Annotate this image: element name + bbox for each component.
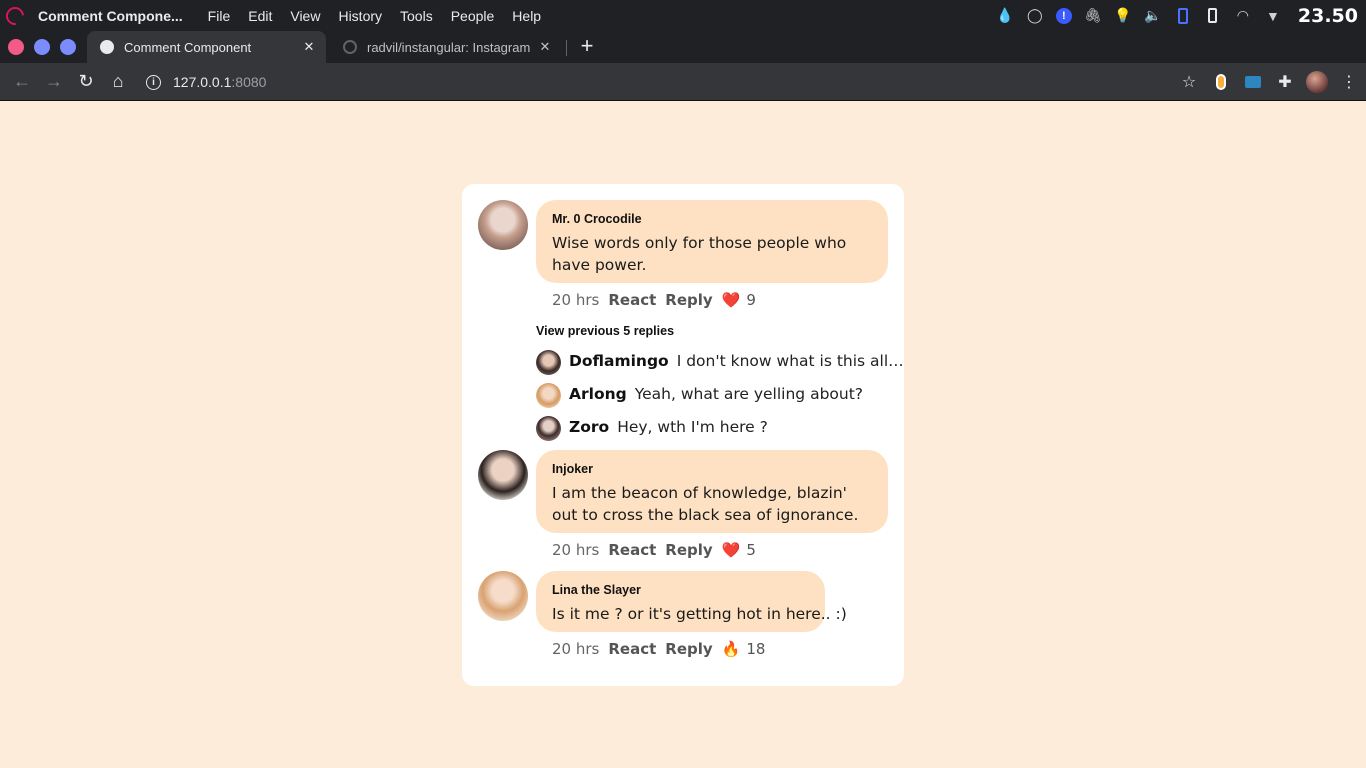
menu-kebab-icon[interactable]: ⋮ bbox=[1338, 71, 1360, 93]
menu-edit[interactable]: Edit bbox=[239, 8, 281, 24]
comment-text: I am the beacon of knowledge, blazin' ou… bbox=[552, 484, 859, 524]
comment-bubble: Injoker I am the beacon of knowledge, bl… bbox=[536, 450, 888, 533]
phone-icon[interactable] bbox=[1204, 7, 1222, 25]
menu-view[interactable]: View bbox=[281, 8, 329, 24]
address-bar[interactable]: i 127.0.0.1:8080 bbox=[146, 68, 266, 96]
comment-time: 20 hrs bbox=[552, 541, 600, 559]
app-menu-bar: File Edit View History Tools People Help bbox=[199, 8, 550, 24]
reply-text: Yeah, what are yelling about? bbox=[634, 385, 864, 403]
menu-help[interactable]: Help bbox=[503, 8, 550, 24]
debian-logo-icon[interactable] bbox=[2, 2, 28, 29]
comment-actions: 20 hrs React Reply ❤️ 9 bbox=[552, 291, 756, 309]
react-button[interactable]: React bbox=[608, 291, 656, 309]
comment-actions: 20 hrs React Reply ❤️ 5 bbox=[552, 541, 756, 559]
avatar[interactable] bbox=[536, 350, 561, 375]
bookmark-star-icon[interactable]: ☆ bbox=[1178, 71, 1200, 93]
browser-tab-strip: Comment Component ✕ radvil/instangular: … bbox=[0, 31, 1366, 63]
comment-author[interactable]: Injoker bbox=[552, 462, 872, 476]
tab-close-icon[interactable]: ✕ bbox=[536, 39, 554, 55]
extension-blue-icon[interactable] bbox=[1242, 71, 1264, 93]
reply-author[interactable]: Zoro bbox=[569, 418, 609, 436]
browser-toolbar: ← → ↻ ⌂ i 127.0.0.1:8080 ☆ ✚ ⋮ bbox=[0, 63, 1366, 101]
reaction-count: 18 bbox=[746, 640, 766, 658]
avatar[interactable] bbox=[478, 450, 528, 500]
avatar[interactable] bbox=[536, 383, 561, 408]
avatar[interactable] bbox=[536, 416, 561, 441]
tab-close-icon[interactable]: ✕ bbox=[300, 39, 318, 55]
extensions-puzzle-icon[interactable]: ✚ bbox=[1274, 71, 1296, 93]
url-host: 127.0.0.1 bbox=[173, 74, 232, 90]
avatar[interactable] bbox=[478, 200, 528, 250]
comment-bubble: Mr. 0 Crocodile Wise words only for thos… bbox=[536, 200, 888, 283]
dropdown-icon[interactable]: ▼ bbox=[1264, 7, 1282, 25]
reply-item: Arlong Yeah, what are yelling about? bbox=[569, 385, 863, 403]
reply-text: I don't know what is this all… bbox=[676, 352, 904, 370]
react-button[interactable]: React bbox=[608, 640, 656, 658]
globe-icon bbox=[100, 40, 114, 54]
tab-comment-component[interactable]: Comment Component ✕ bbox=[87, 31, 326, 63]
menu-tools[interactable]: Tools bbox=[391, 8, 442, 24]
system-tray: 💧 ◯ ! 🖇 💡 🔈 ◠ ▼ 23.50 bbox=[996, 0, 1358, 31]
comment-author[interactable]: Mr. 0 Crocodile bbox=[552, 212, 872, 226]
menu-file[interactable]: File bbox=[199, 8, 240, 24]
heart-icon: ❤️ bbox=[721, 291, 741, 309]
heart-icon: ❤️ bbox=[721, 541, 741, 559]
comment-actions: 20 hrs React Reply 🔥 18 bbox=[552, 640, 765, 658]
menu-people[interactable]: People bbox=[442, 8, 504, 24]
comment-bubble: Lina the Slayer Is it me ? or it's getti… bbox=[536, 571, 847, 632]
reply-button[interactable]: Reply bbox=[665, 541, 712, 559]
reply-button[interactable]: Reply bbox=[665, 291, 712, 309]
new-tab-button[interactable]: + bbox=[576, 35, 598, 57]
wifi-icon[interactable]: ◠ bbox=[1234, 7, 1252, 25]
toolbar-right-icons: ☆ ✚ ⋮ bbox=[1178, 63, 1360, 101]
tab-instangular[interactable]: radvil/instangular: Instagram ✕ bbox=[330, 31, 562, 63]
battery-icon[interactable] bbox=[1174, 7, 1192, 25]
profile-avatar-icon[interactable] bbox=[1306, 71, 1328, 93]
reload-icon[interactable]: ↻ bbox=[70, 66, 102, 98]
active-app-title[interactable]: Comment Compone... bbox=[38, 8, 183, 24]
comment-text: Wise words only for those people who hav… bbox=[552, 234, 847, 274]
drop-icon[interactable]: 💧 bbox=[996, 7, 1014, 25]
os-top-bar: Comment Compone... File Edit View Histor… bbox=[0, 0, 1366, 31]
site-info-icon[interactable]: i bbox=[146, 74, 161, 90]
reaction-count: 5 bbox=[746, 541, 756, 559]
tab-title: radvil/instangular: Instagram bbox=[367, 39, 531, 55]
window-minimize-button[interactable] bbox=[34, 39, 50, 55]
circle-icon[interactable]: ◯ bbox=[1026, 7, 1044, 25]
comment-author[interactable]: Lina the Slayer bbox=[552, 583, 809, 597]
tab-separator bbox=[566, 40, 567, 56]
home-icon[interactable]: ⌂ bbox=[102, 66, 134, 98]
reaction-count: 9 bbox=[746, 291, 756, 309]
extension-orange-icon[interactable] bbox=[1210, 71, 1232, 93]
window-close-button[interactable] bbox=[8, 39, 24, 55]
comment-text: Is it me ? or it's getting hot in here..… bbox=[552, 605, 847, 623]
paperclip-icon[interactable]: 🖇 bbox=[1084, 7, 1102, 25]
react-button[interactable]: React bbox=[608, 541, 656, 559]
avatar[interactable] bbox=[478, 571, 528, 621]
reply-text: Hey, wth I'm here ? bbox=[617, 418, 768, 436]
reply-author[interactable]: Arlong bbox=[569, 385, 627, 403]
forward-arrow-icon[interactable]: → bbox=[38, 66, 70, 98]
reply-item: Zoro Hey, wth I'm here ? bbox=[569, 418, 768, 436]
tab-title: Comment Component bbox=[124, 39, 252, 55]
reply-button[interactable]: Reply bbox=[665, 640, 712, 658]
notification-alert-icon[interactable]: ! bbox=[1055, 7, 1072, 24]
window-maximize-button[interactable] bbox=[60, 39, 76, 55]
comment-time: 20 hrs bbox=[552, 291, 600, 309]
loading-icon bbox=[343, 40, 357, 54]
url-port: :8080 bbox=[231, 74, 267, 90]
menu-history[interactable]: History bbox=[329, 8, 391, 24]
volume-icon[interactable]: 🔈 bbox=[1144, 7, 1162, 25]
clock[interactable]: 23.50 bbox=[1298, 5, 1358, 27]
reply-author[interactable]: Doflamingo bbox=[569, 352, 669, 370]
fire-icon: 🔥 bbox=[721, 640, 741, 658]
reply-item: Doflamingo I don't know what is this all… bbox=[569, 352, 904, 370]
back-arrow-icon[interactable]: ← bbox=[6, 66, 38, 98]
view-previous-replies-link[interactable]: View previous 5 replies bbox=[536, 324, 674, 338]
comment-card: Mr. 0 Crocodile Wise words only for thos… bbox=[462, 184, 904, 686]
lightbulb-icon[interactable]: 💡 bbox=[1114, 7, 1132, 25]
comment-time: 20 hrs bbox=[552, 640, 600, 658]
